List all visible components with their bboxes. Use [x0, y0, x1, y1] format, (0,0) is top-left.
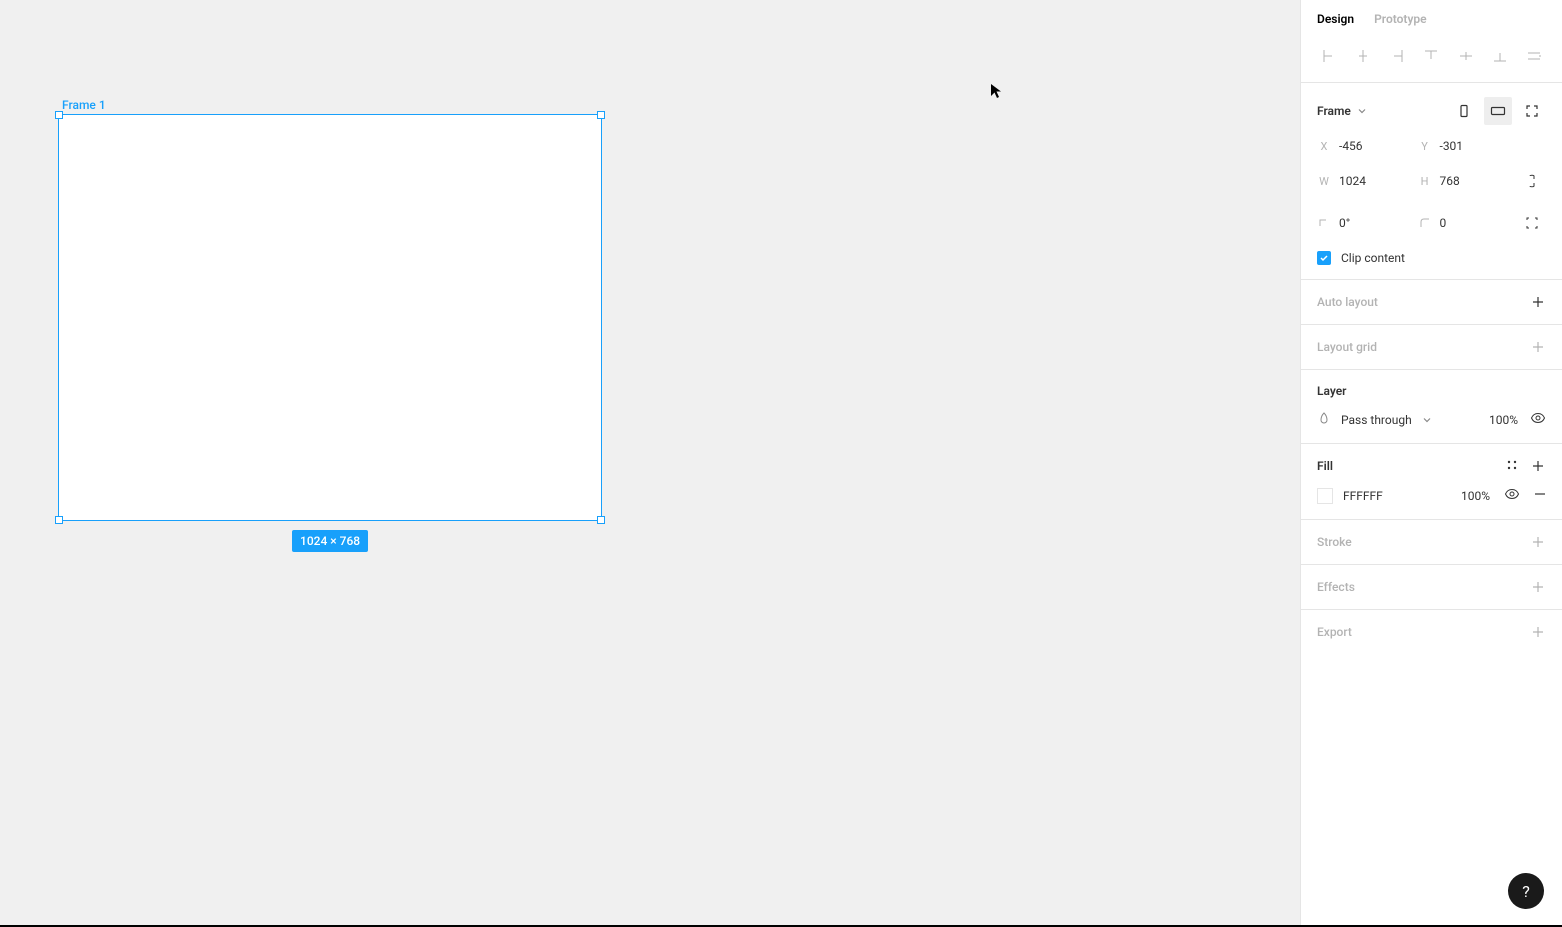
tab-prototype[interactable]: Prototype [1374, 12, 1427, 26]
fill-section: Fill FFFFFF 100% [1301, 443, 1562, 519]
blend-mode-icon [1317, 411, 1331, 428]
auto-layout-section: Auto layout [1301, 279, 1562, 324]
x-label: X [1317, 140, 1331, 153]
rotation-field[interactable]: 0° [1317, 216, 1410, 230]
layer-section: Layer Pass through 100% [1301, 369, 1562, 443]
align-center-h-button[interactable] [1351, 44, 1375, 68]
cursor-pointer-icon [990, 83, 1006, 99]
clip-content-checkbox[interactable] [1317, 251, 1331, 265]
rotation-icon [1317, 217, 1331, 229]
chevron-down-icon[interactable] [1357, 106, 1367, 116]
export-section: Export [1301, 609, 1562, 654]
radius-field[interactable]: 0 [1418, 216, 1511, 230]
stroke-section: Stroke [1301, 519, 1562, 564]
w-value: 1024 [1339, 174, 1366, 188]
y-label: Y [1418, 140, 1432, 153]
effects-title: Effects [1317, 580, 1355, 594]
orientation-portrait-button[interactable] [1450, 97, 1478, 125]
resize-handle-bottom-right[interactable] [597, 516, 605, 524]
y-field[interactable]: Y -301 [1418, 139, 1511, 153]
width-field[interactable]: W 1024 [1317, 174, 1410, 188]
add-export-button[interactable] [1530, 624, 1546, 640]
frame-section-title[interactable]: Frame [1317, 104, 1351, 118]
align-right-button[interactable] [1385, 44, 1409, 68]
visibility-icon[interactable] [1530, 410, 1546, 429]
effects-section: Effects [1301, 564, 1562, 609]
frame-section: Frame X -456 Y -301 [1301, 82, 1562, 279]
height-field[interactable]: H 768 [1418, 174, 1511, 188]
x-value: -456 [1339, 139, 1363, 153]
resize-handle-top-right[interactable] [597, 111, 605, 119]
h-label: H [1418, 175, 1432, 188]
auto-layout-title: Auto layout [1317, 295, 1378, 309]
w-label: W [1317, 175, 1331, 188]
add-layout-grid-button[interactable] [1530, 339, 1546, 355]
add-fill-button[interactable] [1530, 458, 1546, 474]
align-center-v-button[interactable] [1454, 44, 1478, 68]
independent-corners-button[interactable] [1518, 209, 1546, 237]
stroke-title: Stroke [1317, 535, 1352, 549]
orientation-landscape-button[interactable] [1484, 97, 1512, 125]
fill-hex-value[interactable]: FFFFFF [1343, 489, 1383, 503]
layout-grid-title: Layout grid [1317, 340, 1377, 354]
remove-fill-button[interactable] [1534, 488, 1546, 503]
radius-value: 0 [1440, 216, 1447, 230]
fill-opacity-value[interactable]: 100% [1461, 489, 1490, 503]
distribute-button[interactable] [1522, 44, 1546, 68]
align-bottom-button[interactable] [1488, 44, 1512, 68]
resize-handle-bottom-left[interactable] [55, 516, 63, 524]
fill-visibility-icon[interactable] [1504, 486, 1520, 505]
frame-label[interactable]: Frame 1 [62, 98, 106, 112]
layer-title: Layer [1317, 384, 1347, 398]
h-value: 768 [1440, 174, 1460, 188]
canvas-area[interactable]: Frame 1 1024 × 768 [0, 0, 1144, 927]
alignment-row [1301, 36, 1562, 82]
align-top-button[interactable] [1419, 44, 1443, 68]
tab-design[interactable]: Design [1317, 12, 1354, 26]
selected-frame[interactable] [58, 114, 602, 521]
blend-mode-value[interactable]: Pass through [1341, 413, 1412, 427]
add-auto-layout-button[interactable] [1530, 294, 1546, 310]
dimensions-badge: 1024 × 768 [292, 530, 368, 552]
inspector-panel: Design Prototype Frame [1300, 0, 1562, 927]
clip-content-label: Clip content [1341, 251, 1405, 265]
resize-handle-top-left[interactable] [55, 111, 63, 119]
style-picker-icon[interactable] [1506, 459, 1518, 474]
layer-opacity-value[interactable]: 100% [1489, 413, 1518, 427]
y-value: -301 [1440, 139, 1464, 153]
chevron-down-icon[interactable] [1422, 415, 1432, 425]
align-left-button[interactable] [1317, 44, 1341, 68]
export-title: Export [1317, 625, 1352, 639]
panel-tabs: Design Prototype [1301, 0, 1562, 36]
link-dimensions-button[interactable] [1518, 167, 1546, 195]
fill-title: Fill [1317, 459, 1333, 473]
add-stroke-button[interactable] [1530, 534, 1546, 550]
fit-to-frame-button[interactable] [1518, 97, 1546, 125]
fill-swatch[interactable] [1317, 488, 1333, 504]
add-effect-button[interactable] [1530, 579, 1546, 595]
layout-grid-section: Layout grid [1301, 324, 1562, 369]
x-field[interactable]: X -456 [1317, 139, 1410, 153]
help-button[interactable]: ? [1508, 873, 1544, 909]
rotation-value: 0° [1339, 216, 1350, 230]
radius-icon [1418, 217, 1432, 229]
